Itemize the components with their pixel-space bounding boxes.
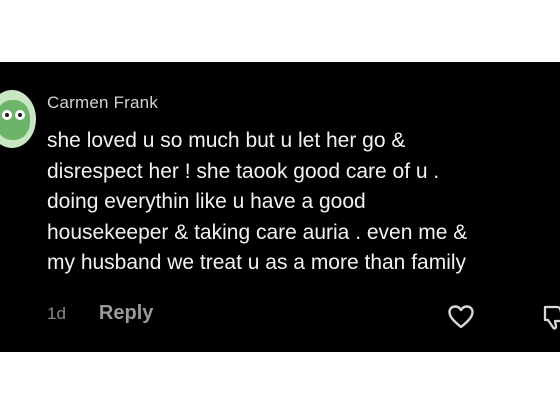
heart-outline-icon[interactable]	[448, 305, 474, 329]
avatar-eye-right	[15, 110, 25, 120]
comment-meta-row: 1d Reply	[47, 302, 153, 325]
comment-timestamp: 1d	[47, 303, 66, 323]
comment-line: disrespect her ! she taook good care of …	[47, 159, 440, 183]
thumbs-down-icon[interactable]	[543, 304, 560, 330]
comment-line: she loved u so much but u let her go &	[47, 129, 406, 152]
comment-username[interactable]: Carmen Frank	[47, 93, 158, 113]
avatar[interactable]	[0, 90, 36, 148]
frog-avatar-icon	[0, 100, 30, 140]
comment-text: she loved u so much but u let her go & d…	[47, 126, 560, 279]
reply-button[interactable]: Reply	[99, 302, 153, 325]
comment-line: housekeeper & taking care auria . even m…	[47, 220, 468, 244]
avatar-eye-left	[2, 110, 12, 120]
comment-line: doing everythin like u have a good	[47, 190, 366, 213]
comment-card: Carmen Frank she loved u so much but u l…	[0, 62, 560, 352]
comment-line: my husband we treat u as a more than fam…	[47, 251, 467, 274]
